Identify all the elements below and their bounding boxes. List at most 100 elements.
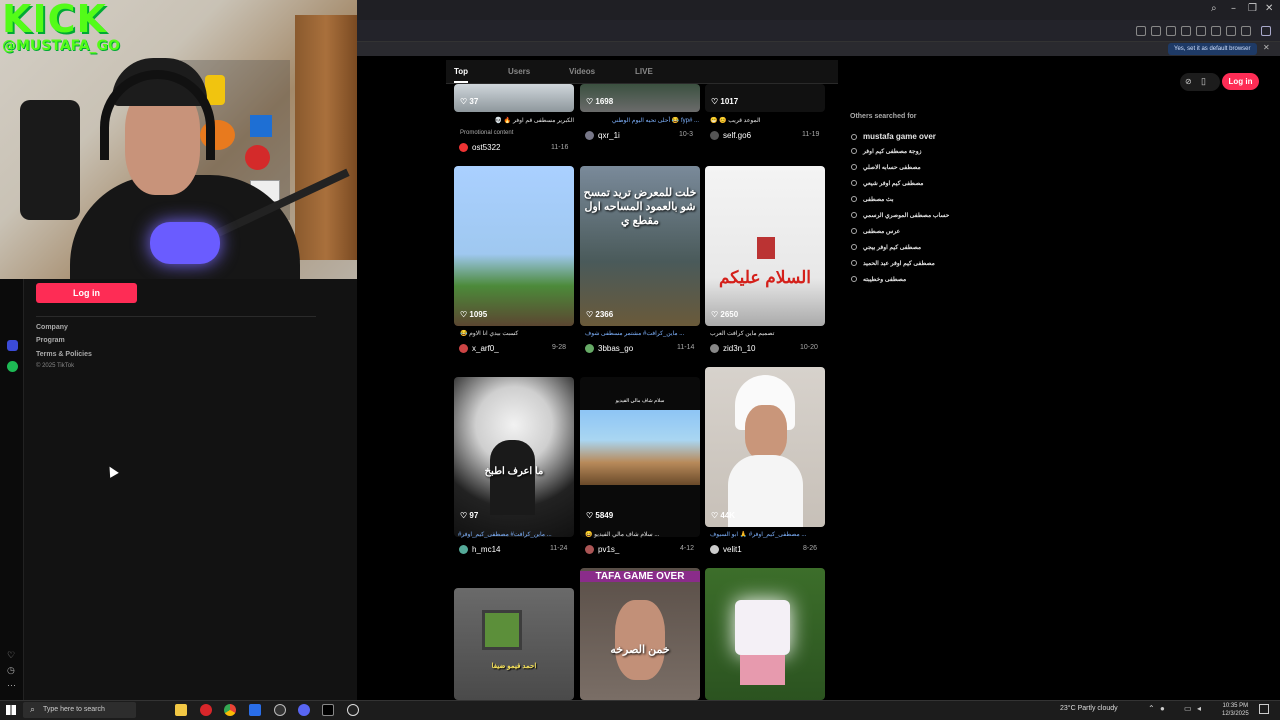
search-suggestion[interactable]: مصطفى وخطيبته xyxy=(851,276,906,283)
thobe xyxy=(728,455,803,527)
taskbar-clock[interactable]: 10:35 PM 12/3/2025 xyxy=(1222,702,1249,718)
person-face xyxy=(615,600,665,680)
video-caption[interactable]: ... #fyp 😂 أحلى تحيه اليوم الوطني xyxy=(585,117,699,124)
more-icon[interactable]: ⋯ xyxy=(7,680,16,691)
author-name[interactable]: velit1 xyxy=(723,545,742,554)
search-suggestion[interactable]: بث مصطفى xyxy=(851,196,894,203)
maximize-icon[interactable]: ❐ xyxy=(1248,3,1257,14)
spotify-icon[interactable] xyxy=(7,361,18,372)
author-name[interactable]: x_arf0_ xyxy=(472,344,499,353)
tab-users[interactable]: Users xyxy=(508,67,530,76)
avatar[interactable] xyxy=(459,143,468,152)
search-suggestion[interactable]: مصطفى حسابه الاصلي xyxy=(851,164,921,171)
extension-icon[interactable] xyxy=(1241,26,1251,36)
extension-icon[interactable] xyxy=(1136,26,1146,36)
search-icon xyxy=(851,134,857,141)
avatar[interactable] xyxy=(585,344,594,353)
avatar[interactable] xyxy=(459,344,468,353)
login-button[interactable]: Log in xyxy=(1222,73,1259,90)
search-suggestion[interactable]: زوجة مصطفى كيم اوفر xyxy=(851,148,922,155)
heart-icon[interactable] xyxy=(1196,26,1206,36)
kick-handle: @MUSTAFA_GO xyxy=(2,38,120,54)
capcut-icon[interactable] xyxy=(322,704,334,716)
file-explorer-icon[interactable] xyxy=(175,704,187,716)
set-default-browser-button[interactable]: Yes, set it as default browser xyxy=(1168,43,1257,55)
tab-live[interactable]: LIVE xyxy=(635,67,653,76)
weather-widget[interactable]: 23°C Partly cloudy xyxy=(1060,705,1118,712)
footer-link-company[interactable]: Company xyxy=(36,324,68,331)
profile-icon[interactable] xyxy=(1261,26,1271,36)
author-name[interactable]: pv1s_ xyxy=(598,545,619,554)
opera-icon[interactable] xyxy=(200,704,212,716)
minimize-icon[interactable]: – xyxy=(1231,3,1236,14)
extension-icon[interactable] xyxy=(1166,26,1176,36)
likes-count: ♡ 2366 xyxy=(586,310,614,319)
avatar[interactable] xyxy=(710,131,719,140)
mic-icon[interactable]: ● xyxy=(1160,704,1165,713)
avatar[interactable] xyxy=(710,545,719,554)
avatar[interactable] xyxy=(459,545,468,554)
avatar[interactable] xyxy=(585,131,594,140)
heart-icon[interactable]: ♡ xyxy=(7,650,15,661)
compass-icon[interactable]: ⊘ xyxy=(1185,77,1192,86)
media-player-icon[interactable] xyxy=(347,704,359,716)
search-suggestion[interactable]: mustafa game over xyxy=(851,132,936,141)
minecraft-character xyxy=(735,600,790,655)
menu-icon[interactable] xyxy=(1226,26,1236,36)
author-name[interactable]: zid3n_10 xyxy=(723,344,755,353)
volume-icon[interactable]: ◂ xyxy=(1197,704,1201,713)
network-icon[interactable]: ▭ xyxy=(1184,704,1192,713)
footer-link-program[interactable]: Program xyxy=(36,337,65,344)
app-icon[interactable] xyxy=(274,704,286,716)
close-icon[interactable]: ✕ xyxy=(1265,3,1273,14)
play-icon[interactable] xyxy=(1181,26,1191,36)
windows-start-icon[interactable] xyxy=(6,705,16,715)
video-caption[interactable]: ... سلام شاف مالي الفيديو 😄 xyxy=(585,531,699,538)
video-caption[interactable]: ... ماين_كرافت# مصطفى_كيم_اوفر# xyxy=(458,531,576,538)
app-icon[interactable] xyxy=(7,340,18,351)
footer-link-terms[interactable]: Terms & Policies xyxy=(36,351,92,358)
search-suggestion[interactable]: مصطفى كيم اوفر عبد الحميد xyxy=(851,260,935,267)
post-date: 8-26 xyxy=(803,545,818,552)
tab-top[interactable]: Top xyxy=(454,67,468,76)
post-date: 10-3 xyxy=(679,131,694,138)
author-name[interactable]: h_mc14 xyxy=(472,545,500,554)
video-overlay-text: خلت للمعرض تريد تمسح شو بالعمود المساحه … xyxy=(583,187,697,227)
search-suggestion[interactable]: عرس مصطفى xyxy=(851,228,900,235)
extension-icon[interactable] xyxy=(1151,26,1161,36)
history-icon[interactable]: ◷ xyxy=(7,665,15,676)
video-caption[interactable]: كسبت بيدي انا الاوم 😂 xyxy=(460,330,574,337)
video-caption[interactable]: تصميم ماين كرافت العرب xyxy=(710,330,824,337)
close-icon[interactable]: ✕ xyxy=(1263,43,1270,52)
author-name[interactable]: self.go6 xyxy=(723,131,751,140)
post-date: 9-28 xyxy=(552,344,567,351)
search-icon[interactable]: ⌕ xyxy=(1211,3,1217,14)
tab-videos[interactable]: Videos xyxy=(569,67,595,76)
video-caption[interactable]: ... مصطفى_كيم_اوفر# 🙏 ابو السيوف xyxy=(710,531,824,538)
taskbar-search-input[interactable]: Type here to search xyxy=(23,702,136,718)
app-icon[interactable] xyxy=(249,704,261,716)
notification-icon[interactable] xyxy=(1259,704,1269,714)
video-overlay-text: سلام شاف مالي الفيديو xyxy=(615,398,665,404)
discord-icon[interactable] xyxy=(298,704,310,716)
video-caption[interactable]: الكبرير مسطفى قم اوفر 🔥 💀 xyxy=(460,117,574,124)
search-suggestion[interactable]: مصطفى كيم اوفر شيعي xyxy=(851,180,924,187)
device-icon[interactable]: ▯ xyxy=(1201,76,1206,87)
login-button[interactable]: Log in xyxy=(36,283,137,303)
search-suggestion[interactable]: حساب مصطفى الموصري الرسمي xyxy=(851,212,949,219)
author-name[interactable]: 3bbas_go xyxy=(598,344,633,353)
download-icon[interactable] xyxy=(1211,26,1221,36)
search-suggestion[interactable]: مصطفى كيم اوفر بيجي xyxy=(851,244,921,251)
chevron-up-icon[interactable]: ⌃ xyxy=(1148,704,1155,713)
video-caption[interactable]: الموعد قريب 😊 😁 xyxy=(710,117,824,124)
kick-logo: KICK xyxy=(2,0,107,41)
chrome-icon[interactable] xyxy=(224,704,236,716)
author-name[interactable]: ost5322 xyxy=(472,143,500,152)
search-icon xyxy=(851,260,857,267)
video-thumbnail[interactable] xyxy=(454,166,574,326)
avatar[interactable] xyxy=(585,545,594,554)
video-caption[interactable]: ... ماين_كرافت# مشتمر مسطفى شوف xyxy=(585,330,699,337)
likes-count: ♡ 1017 xyxy=(711,97,739,106)
author-name[interactable]: qxr_1i xyxy=(598,131,620,140)
avatar[interactable] xyxy=(710,344,719,353)
